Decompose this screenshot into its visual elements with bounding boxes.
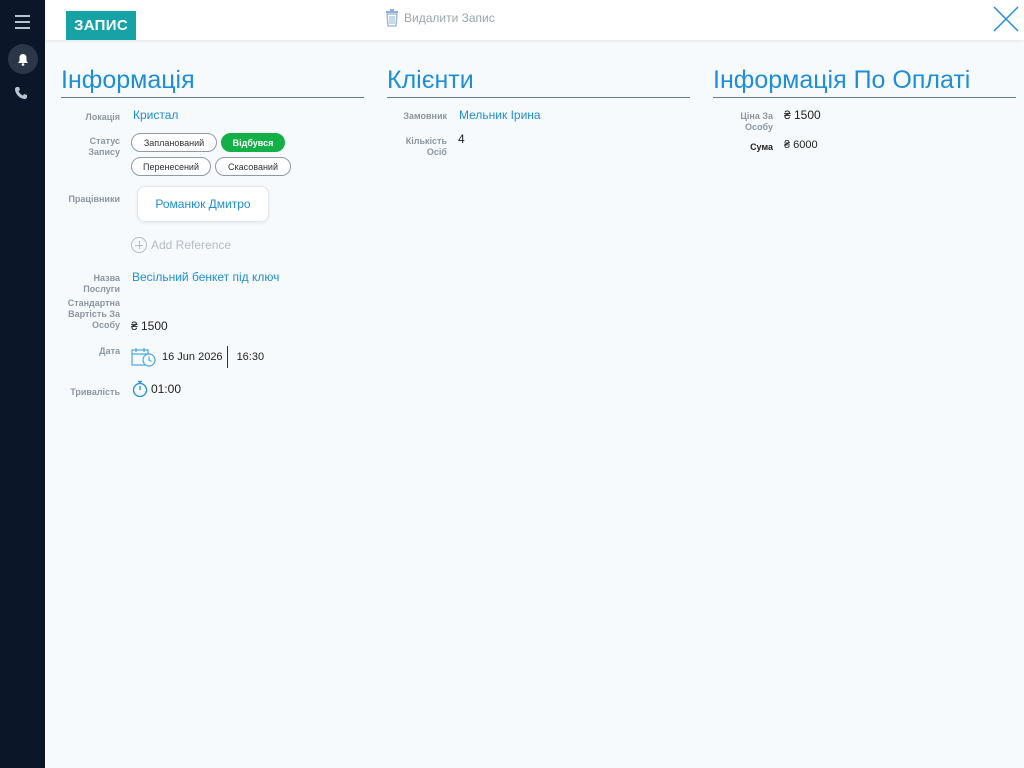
status-option-planned[interactable]: Запланований [131, 133, 217, 152]
status-label: Статус Запису [88, 136, 120, 157]
calendar-icon [131, 348, 156, 367]
left-sidebar [0, 0, 45, 768]
location-value[interactable]: Кристал [133, 108, 178, 122]
status-option-cancelled[interactable]: Скасований [215, 157, 291, 176]
status-option-done[interactable]: Відбувся [221, 133, 285, 152]
location-label: Локація [85, 112, 120, 122]
duration-field[interactable]: 01:00 [132, 380, 181, 398]
time-value: 16:30 [236, 351, 265, 363]
workers-label: Працівники [68, 194, 120, 204]
payment-section-title: Інформація По Оплаті [713, 66, 1016, 98]
std-price-value: ₴ 1500 [131, 319, 168, 333]
total-label: Сума [750, 142, 773, 152]
total-value: ₴ 6000 [784, 139, 818, 151]
duration-label: Тривалість [70, 387, 120, 397]
people-count-label: Кількість Осіб [405, 136, 447, 157]
close-icon[interactable] [991, 4, 1021, 34]
worker-card[interactable]: Романюк Дмитро [137, 186, 269, 222]
date-value: 16 Jun 2026 [162, 351, 223, 363]
date-time-field[interactable]: 16 Jun 2026 16:30 [131, 346, 264, 368]
stopwatch-icon [132, 380, 148, 398]
page-title-badge: ЗАПИС [66, 11, 136, 40]
price-per-person-value: ₴ 1500 [784, 108, 821, 122]
price-per-person-label: Ціна За Особу [740, 111, 773, 132]
add-reference-label: Add Reference [151, 238, 232, 252]
people-count-value: 4 [458, 132, 465, 146]
delete-record-label: Видалити Запис [404, 11, 495, 25]
top-bar: ЗАПИС Видалити Запис [45, 0, 1024, 40]
clients-section-title: Клієнти [387, 66, 690, 98]
phone-icon[interactable] [14, 86, 30, 102]
customer-label: Замовник [403, 111, 447, 121]
date-time-divider [226, 346, 228, 368]
std-price-label: Стандартна Вартість За Особу [67, 298, 120, 330]
duration-value: 01:00 [151, 382, 182, 396]
service-value[interactable]: Весільний бенкет під ключ [132, 270, 279, 284]
plus-circle-icon [131, 237, 147, 253]
trash-icon [386, 9, 398, 27]
delete-record-button[interactable]: Видалити Запис [385, 9, 495, 27]
service-label: Назва Послуги [83, 273, 120, 294]
customer-value[interactable]: Мельник Ірина [459, 108, 541, 122]
status-option-rescheduled[interactable]: Перенесений [131, 157, 211, 176]
date-label: Дата [99, 346, 120, 356]
bell-icon[interactable] [8, 44, 38, 74]
info-section-title: Інформація [61, 66, 364, 98]
menu-icon[interactable] [15, 15, 30, 29]
add-reference-button[interactable]: Add Reference [131, 237, 231, 253]
